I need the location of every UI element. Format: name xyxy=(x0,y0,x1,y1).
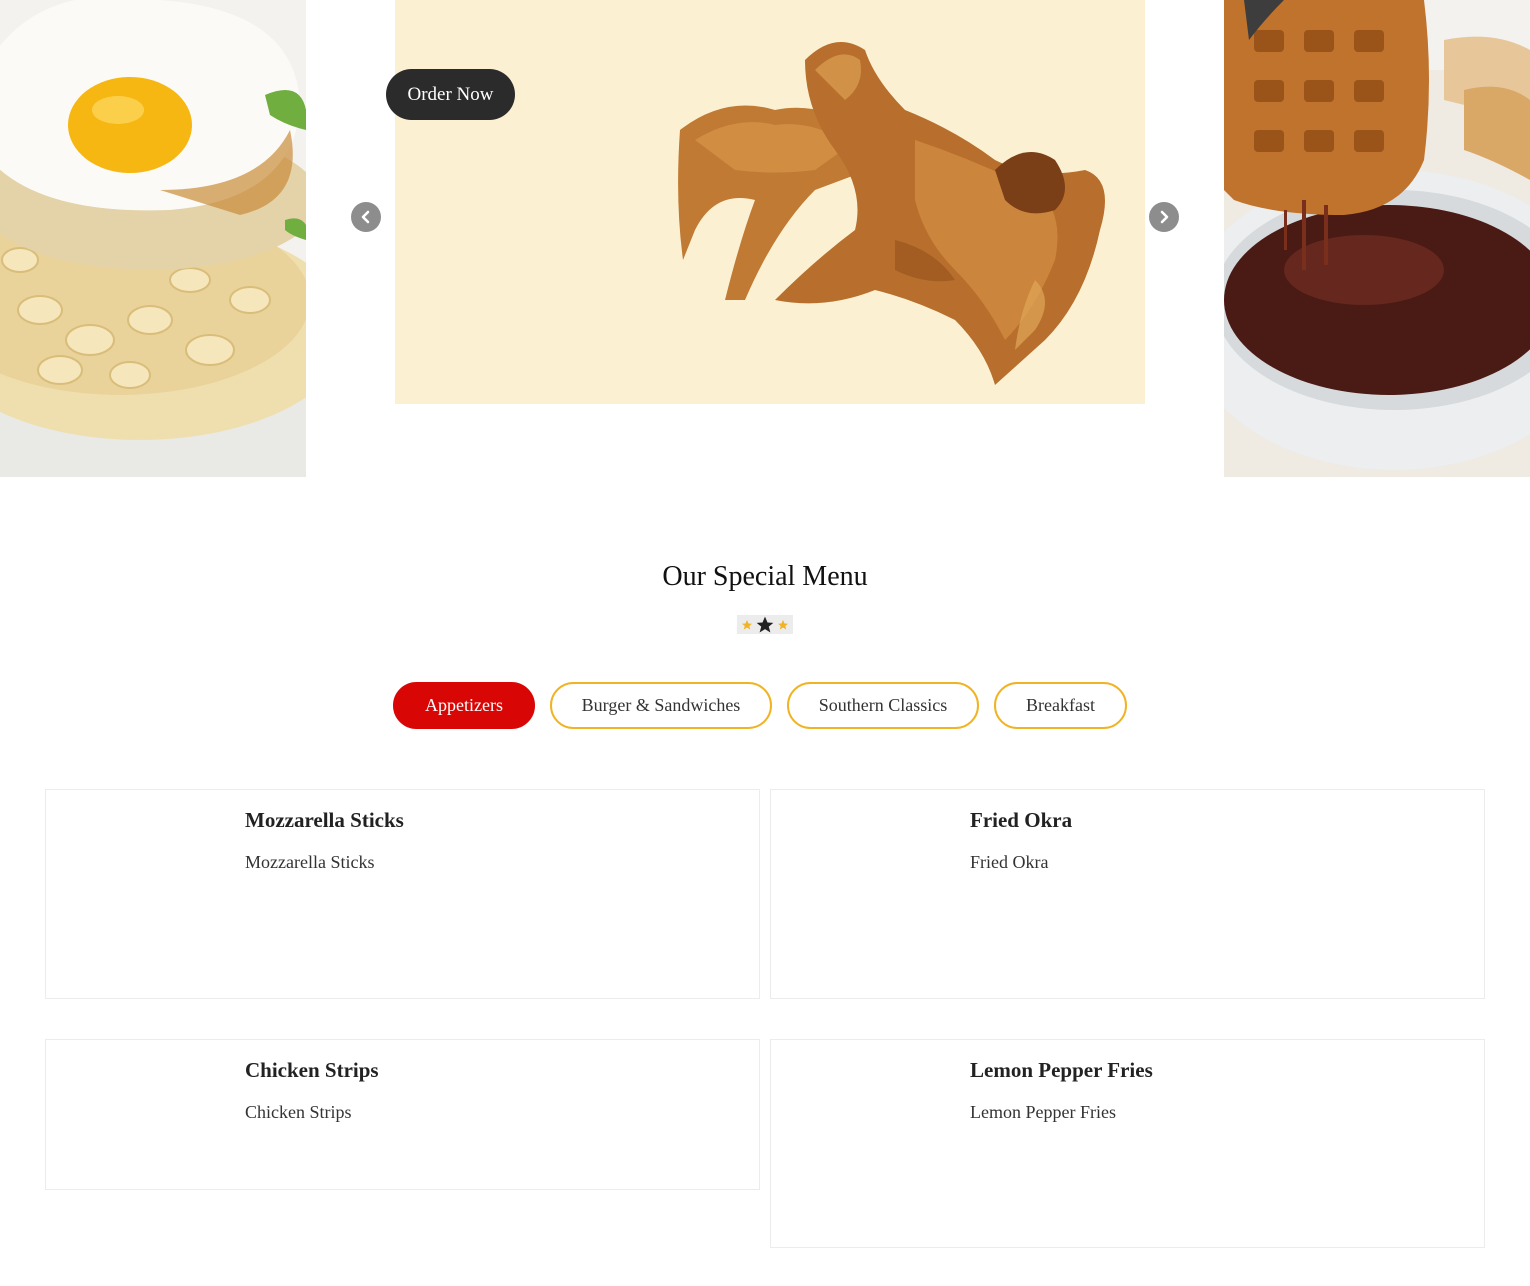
menu-item-title: Mozzarella Sticks xyxy=(245,808,404,832)
carousel-slide-waffle-syrup[interactable] xyxy=(1224,0,1530,477)
menu-item-card[interactable]: Fried Okra Fried Okra xyxy=(770,789,1485,999)
carousel-slide-chicken-wings[interactable] xyxy=(395,0,1145,404)
chevron-right-icon xyxy=(1160,210,1169,224)
tab-southern-classics[interactable]: Southern Classics xyxy=(787,682,979,729)
title-divider xyxy=(737,615,793,634)
tab-appetizers[interactable]: Appetizers xyxy=(393,682,535,729)
chevron-left-icon xyxy=(361,210,370,224)
menu-item-description: Chicken Strips xyxy=(245,1102,352,1122)
menu-item-description: Lemon Pepper Fries xyxy=(970,1102,1116,1122)
menu-item-card[interactable]: Chicken Strips Chicken Strips xyxy=(45,1039,760,1190)
star-large-icon xyxy=(756,616,774,632)
star-small-icon xyxy=(742,619,752,629)
carousel-next-button[interactable] xyxy=(1149,202,1179,232)
menu-item-card[interactable]: Mozzarella Sticks Mozzarella Sticks xyxy=(45,789,760,999)
menu-item-description: Fried Okra xyxy=(970,852,1049,872)
hero-carousel: Order Now xyxy=(0,0,1530,477)
carousel-slide-egg-mac[interactable] xyxy=(0,0,306,477)
menu-item-title: Lemon Pepper Fries xyxy=(970,1058,1153,1082)
order-now-button[interactable]: Order Now xyxy=(386,69,515,120)
carousel-prev-button[interactable] xyxy=(351,202,381,232)
tab-breakfast[interactable]: Breakfast xyxy=(994,682,1127,729)
menu-category-tabs: Appetizers Burger & Sandwiches Southern … xyxy=(0,682,1530,729)
waffle-syrup-image xyxy=(1224,0,1530,477)
egg-mac-image xyxy=(0,0,306,477)
menu-item-title: Fried Okra xyxy=(970,808,1073,832)
tab-burger-sandwiches[interactable]: Burger & Sandwiches xyxy=(550,682,772,729)
menu-item-title: Chicken Strips xyxy=(245,1058,379,1082)
star-small-icon xyxy=(778,619,788,629)
menu-item-description: Mozzarella Sticks xyxy=(245,852,375,872)
section-title: Our Special Menu xyxy=(662,561,868,592)
chicken-wings-image xyxy=(395,0,1145,404)
menu-item-card[interactable]: Lemon Pepper Fries Lemon Pepper Fries xyxy=(770,1039,1485,1248)
